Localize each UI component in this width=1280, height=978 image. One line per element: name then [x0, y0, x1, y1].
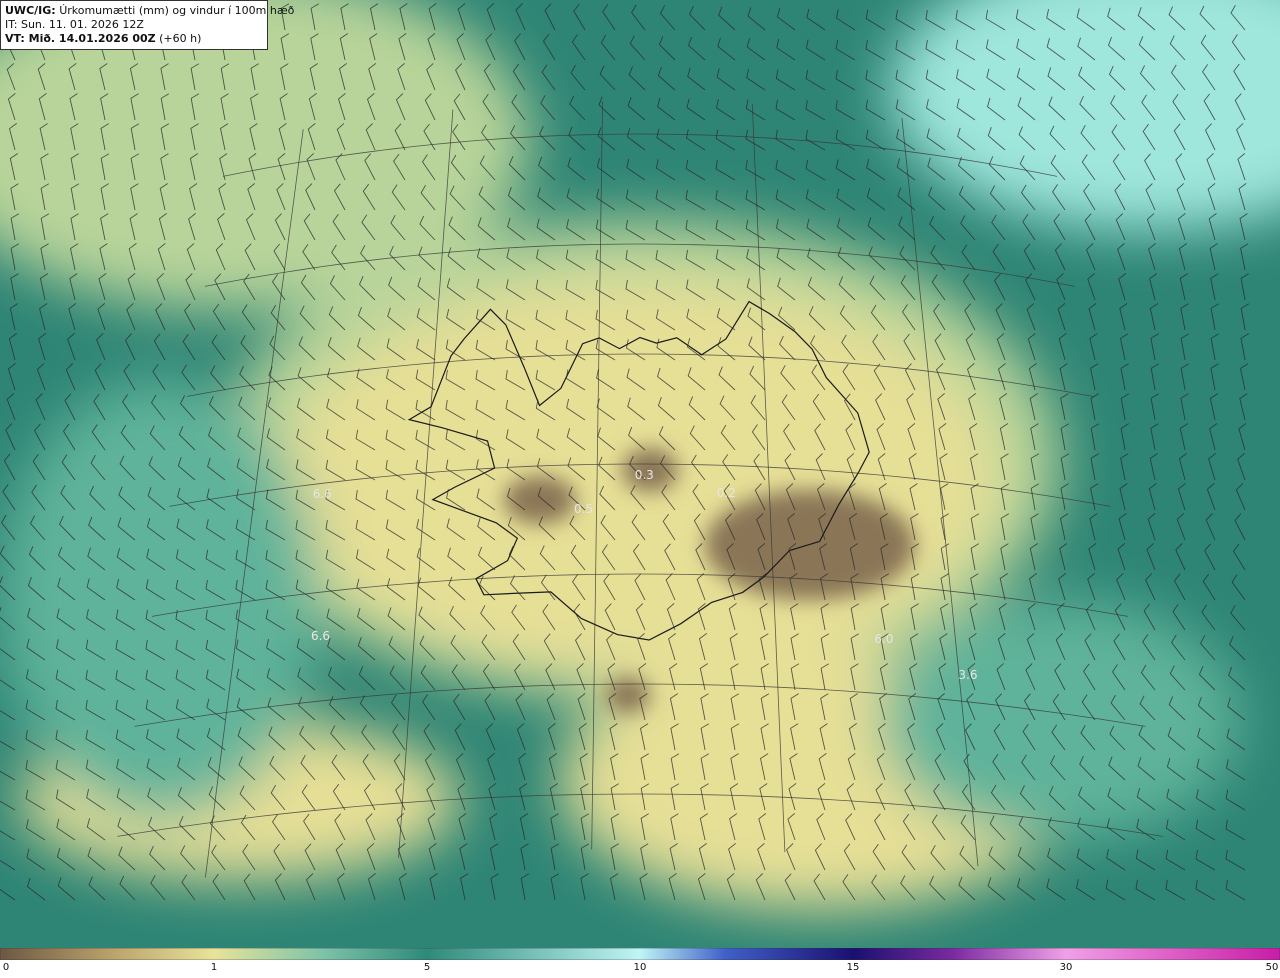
colorbar-tick: 0	[2, 962, 10, 973]
value-label: 0.5	[574, 501, 594, 516]
colorbar-ramp	[0, 948, 1280, 960]
valid-time-line: VT: Mið. 14.01.2026 00Z (+60 h)	[5, 32, 263, 46]
valid-time: VT: Mið. 14.01.2026 00Z	[5, 32, 156, 45]
colorbar: 0 1 5 10 15 30 50	[0, 948, 1280, 978]
value-label: 0.3	[634, 468, 654, 482]
value-label: 3.6	[958, 667, 978, 682]
colorbar-tick: 30	[1059, 962, 1073, 973]
value-label: 0.2	[716, 485, 736, 500]
map-area: 6.6 6.6 0.3 0.5 0.2 6.0 3.6	[0, 0, 1280, 948]
value-label: 6.6	[310, 628, 331, 643]
colorbar-tick: 10	[633, 962, 647, 973]
colorbar-tick: 15	[846, 962, 860, 973]
value-label: 6.6	[312, 487, 332, 502]
lead-time: (+60 h)	[159, 32, 202, 45]
product-title: Úrkomumætti (mm) og vindur í 100m hæð	[59, 4, 295, 17]
value-label: 6.0	[874, 632, 894, 647]
header-title-line: UWC/IG: Úrkomumætti (mm) og vindur í 100…	[5, 4, 294, 18]
colorbar-tick: 5	[423, 962, 431, 973]
map-header: UWC/IG: Úrkomumætti (mm) og vindur í 100…	[0, 0, 294, 50]
product-code: UWC/IG:	[5, 4, 56, 17]
colorbar-tick: 1	[210, 962, 218, 973]
colorbar-tick: 50	[1265, 962, 1279, 973]
initial-time: IT: Sun. 11. 01. 2026 12Z	[5, 18, 144, 31]
